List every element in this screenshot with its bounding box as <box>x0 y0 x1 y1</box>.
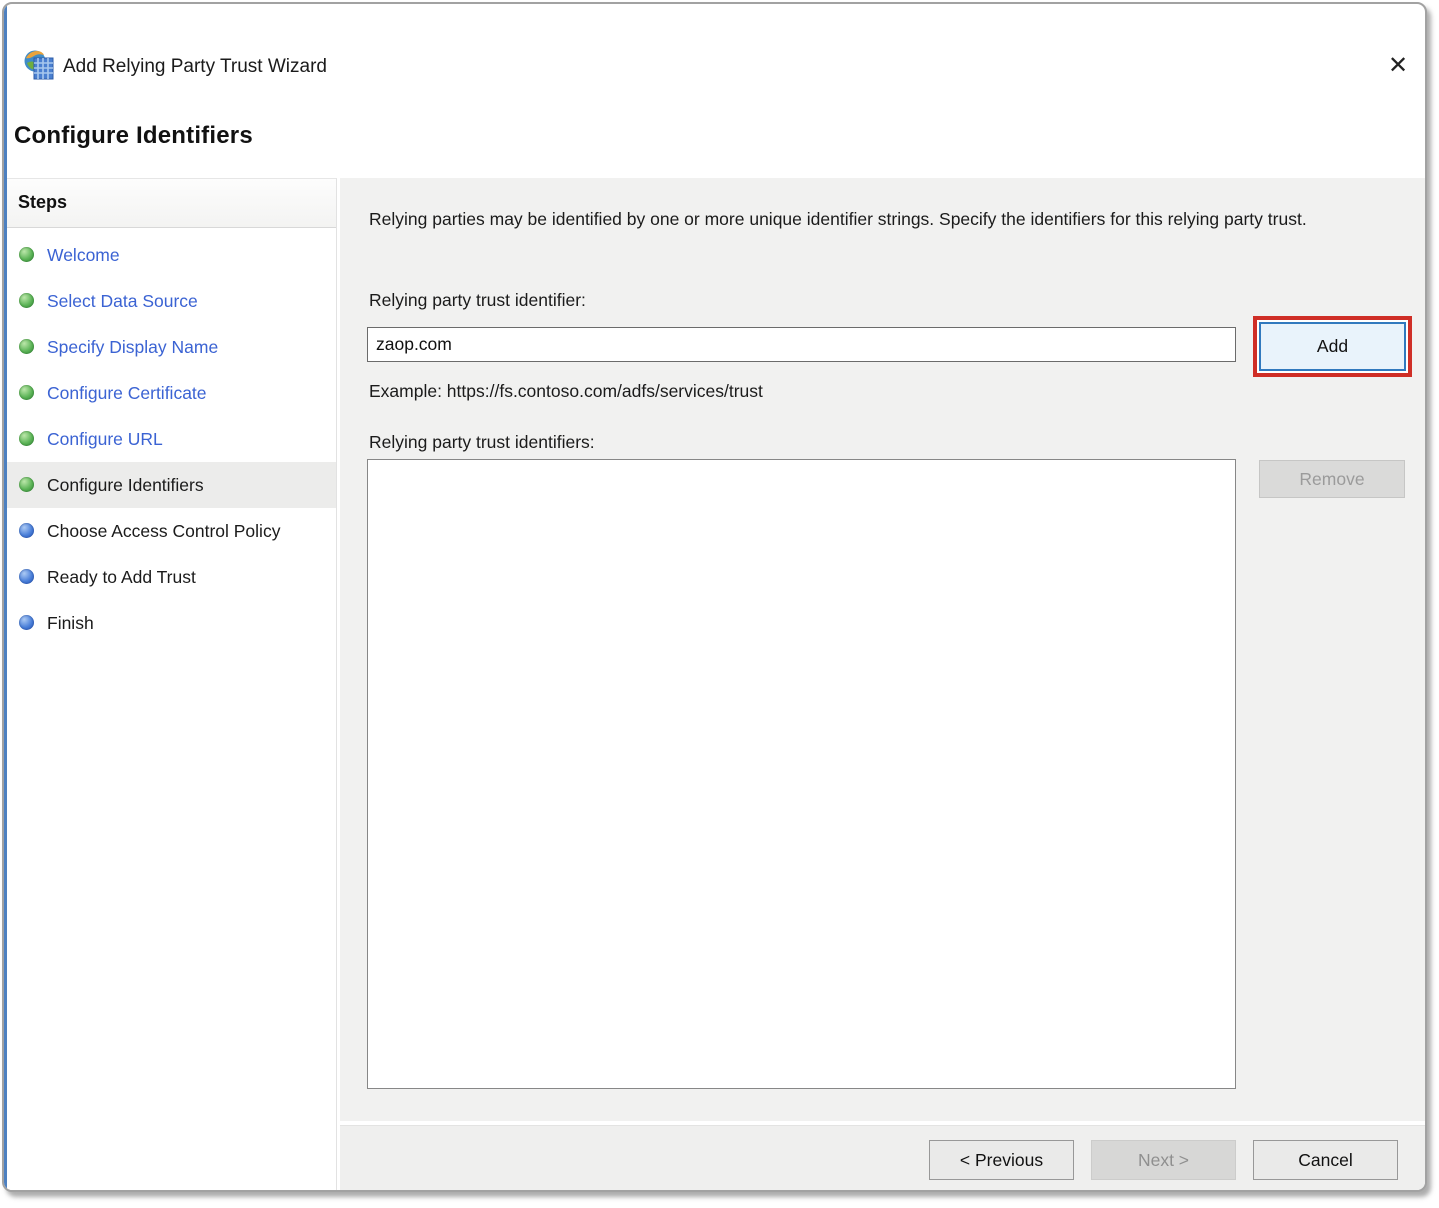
sidebar-item-label: Configure Certificate <box>47 381 207 405</box>
sidebar-item-welcome[interactable]: Welcome <box>7 232 336 278</box>
step-done-icon <box>19 247 34 262</box>
step-done-icon <box>19 477 34 492</box>
step-done-icon <box>19 385 34 400</box>
add-button[interactable]: Add <box>1259 322 1406 371</box>
sidebar-item-ready-to-add-trust: Ready to Add Trust <box>7 554 336 600</box>
identifiers-listbox[interactable] <box>367 459 1236 1089</box>
sidebar-item-specify-display-name[interactable]: Specify Display Name <box>7 324 336 370</box>
sidebar-item-configure-certificate[interactable]: Configure Certificate <box>7 370 336 416</box>
steps-list: Welcome Select Data Source Specify Display… <box>7 228 336 646</box>
page-description: Relying parties may be identified by one… <box>369 206 1393 233</box>
sidebar-item-label: Specify Display Name <box>47 335 218 359</box>
step-pending-icon <box>19 615 34 630</box>
cancel-button[interactable]: Cancel <box>1253 1140 1398 1180</box>
sidebar-item-label: Finish <box>47 611 94 635</box>
sidebar-item-select-data-source[interactable]: Select Data Source <box>7 278 336 324</box>
wizard-window: Add Relying Party Trust Wizard ✕ Configu… <box>4 4 1425 1190</box>
page-title: Configure Identifiers <box>14 122 253 150</box>
sidebar-item-label: Configure Identifiers <box>47 473 204 497</box>
adfs-wizard-icon <box>22 49 58 82</box>
step-done-icon <box>19 293 34 308</box>
next-button: Next > <box>1091 1140 1236 1180</box>
example-text: Example: https://fs.contoso.com/adfs/ser… <box>369 381 763 402</box>
step-done-icon <box>19 431 34 446</box>
annotation-highlight-box: Add <box>1253 316 1412 377</box>
close-icon[interactable]: ✕ <box>1381 48 1415 82</box>
sidebar-item-label: Configure URL <box>47 427 163 451</box>
sidebar-item-finish: Finish <box>7 600 336 646</box>
sidebar-item-configure-identifiers: Configure Identifiers <box>7 462 336 508</box>
footer-bar: < Previous Next > Cancel <box>340 1125 1427 1191</box>
previous-button[interactable]: < Previous <box>929 1140 1074 1180</box>
sidebar-item-label: Choose Access Control Policy <box>47 519 280 543</box>
identifiers-list-label: Relying party trust identifiers: <box>369 432 595 453</box>
remove-button: Remove <box>1259 460 1405 498</box>
window-title: Add Relying Party Trust Wizard <box>63 56 327 78</box>
main-panel: Relying parties may be identified by one… <box>340 178 1427 1121</box>
step-done-icon <box>19 339 34 354</box>
step-pending-icon <box>19 569 34 584</box>
steps-sidebar: Steps Welcome Select Data Source Specify D… <box>7 178 337 1190</box>
sidebar-item-configure-url[interactable]: Configure URL <box>7 416 336 462</box>
steps-header: Steps <box>7 179 336 228</box>
sidebar-item-label: Select Data Source <box>47 289 198 313</box>
sidebar-item-label: Ready to Add Trust <box>47 565 196 589</box>
identifier-input[interactable] <box>367 327 1236 362</box>
sidebar-item-label: Welcome <box>47 243 120 267</box>
identifier-label: Relying party trust identifier: <box>369 290 586 311</box>
sidebar-item-choose-access-control-policy: Choose Access Control Policy <box>7 508 336 554</box>
screenshot-frame: Add Relying Party Trust Wizard ✕ Configu… <box>2 2 1427 1192</box>
step-pending-icon <box>19 523 34 538</box>
